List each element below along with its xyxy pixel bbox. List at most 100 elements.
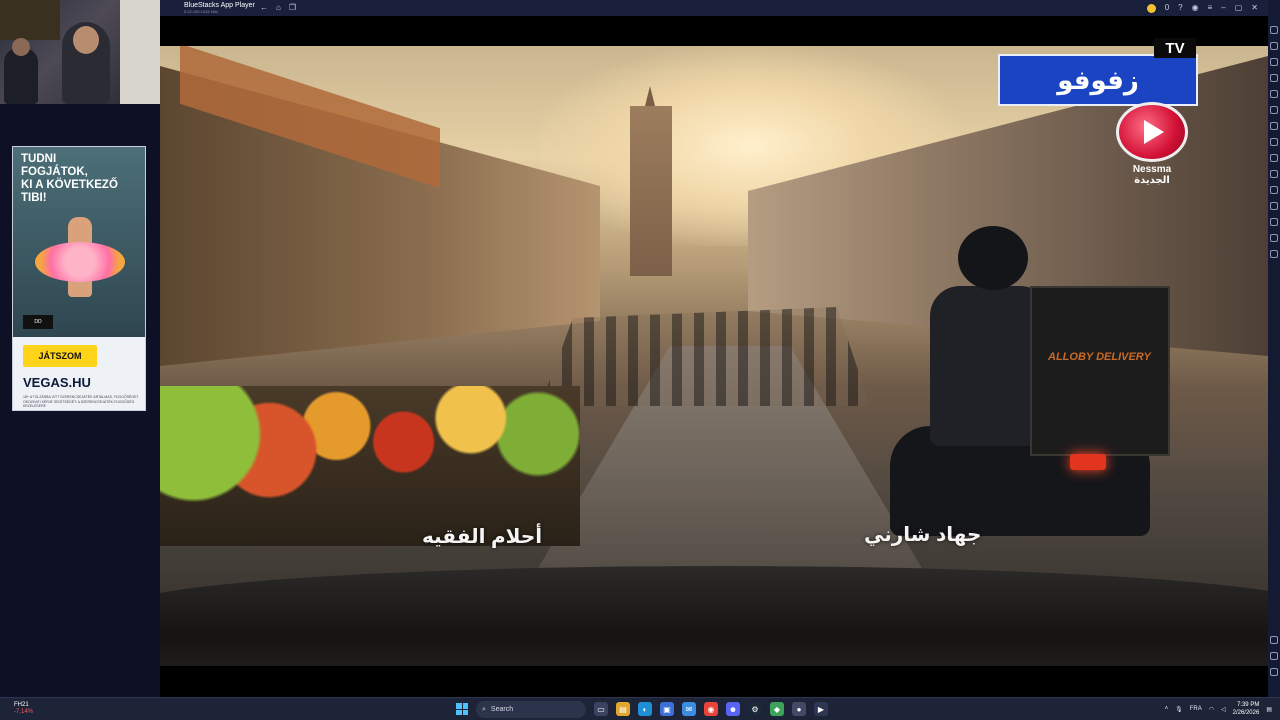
advertisement-banner[interactable]: TUDNI FOGJÁTOK, KI A KÖVETKEZŐ TIBI! DD … — [12, 146, 146, 411]
coin-count: 0 — [1164, 3, 1170, 12]
webcam-head-primary — [73, 26, 99, 54]
bluestacks-sidebar — [1268, 0, 1280, 697]
taskbar-clock[interactable]: 7:39 PM 2/26/2026 — [1233, 701, 1260, 717]
sidebar-shake-icon[interactable] — [1270, 202, 1278, 210]
edge-icon[interactable]: ◐ — [638, 702, 652, 716]
close-icon[interactable]: ✕ — [1251, 3, 1258, 13]
ad-swim-ring — [35, 242, 125, 282]
windows-logo-pane — [462, 709, 468, 715]
account-icon[interactable]: ◉ — [1192, 3, 1199, 13]
credit-caption-right: جهاد شارني — [864, 524, 982, 546]
sidebar-gamepad-icon[interactable] — [1270, 74, 1278, 82]
scooter-taillight — [1070, 454, 1106, 470]
ad-headline-line: FOGJÁTOK, — [21, 166, 88, 178]
rider-helmet — [958, 226, 1028, 290]
sidebar-eco-icon[interactable] — [1270, 234, 1278, 242]
start-button[interactable] — [456, 703, 468, 715]
titlebar-controls: 0 ? ◉ ≡ – ▢ ✕ — [1146, 3, 1258, 13]
webcam-person-secondary — [4, 48, 38, 104]
webcam-background-shelf — [0, 0, 60, 40]
home-icon[interactable]: ⌂ — [276, 3, 281, 13]
app-version: 5.22.150.1028 N64 — [184, 9, 219, 14]
clock-date: 2/26/2026 — [1232, 710, 1260, 716]
sidebar-rotate-icon[interactable] — [1270, 218, 1278, 226]
chevron-up-icon[interactable]: ˄ — [1165, 706, 1169, 712]
bluestacks-titlebar: BlueStacks App Player 5.22.150.1028 N64 … — [160, 0, 1268, 16]
titlebar-nav: ← ⌂ ❐ — [260, 3, 296, 13]
taskbar-apps: ▭ ▤ ◐ ▣ ✉ ◉ ☻ ⚙ ◆ ● ▶ — [594, 702, 828, 716]
sidebar-record-icon[interactable] — [1270, 138, 1278, 146]
ad-fine-print: 18+ A TÚLZÁSBA VITT SZERENCSEJÁTÉK ÁRTAL… — [23, 395, 139, 408]
car-dashboard — [160, 566, 1268, 666]
video-player[interactable]: ALLOBY DELIVERY أحلام الفقيه جهاد شارني … — [160, 16, 1268, 697]
help-icon[interactable]: ? — [1178, 3, 1182, 13]
webcam-head-secondary — [12, 38, 30, 56]
sidebar-location-icon[interactable] — [1270, 186, 1278, 194]
sidebar-back-icon[interactable] — [1270, 652, 1278, 660]
mail-icon[interactable]: ✉ — [682, 702, 696, 716]
store-icon[interactable]: ▣ — [660, 702, 674, 716]
notification-icon[interactable]: ▤ — [1266, 706, 1272, 713]
play-icon — [1144, 120, 1164, 144]
sidebar-keyboard-icon[interactable] — [1270, 58, 1278, 66]
discord-icon[interactable]: ☻ — [726, 702, 740, 716]
app-icon[interactable]: ▶ — [814, 702, 828, 716]
microphone-icon[interactable]: 🎙 — [1175, 706, 1183, 713]
sidebar-settings-icon[interactable] — [1270, 636, 1278, 644]
video-frame: ALLOBY DELIVERY — [160, 46, 1268, 666]
windows-logo-pane — [456, 709, 462, 715]
ad-headline-line: TIBI! — [21, 192, 47, 204]
channel-logo: زفوفو — [998, 54, 1198, 106]
language-indicator[interactable]: FRA — [1190, 706, 1202, 712]
ad-partner-logo: DD — [23, 315, 53, 329]
search-icon: ⌕ — [482, 705, 486, 713]
system-tray: ˄ 🎙 FRA ◠ ◁ 7:39 PM 2/26/2026 ▤ — [1165, 701, 1272, 717]
clock-time: 7:39 PM — [1236, 702, 1260, 708]
broadcaster-name-arabic: الجديدة — [1134, 175, 1170, 186]
windows-taskbar: FH21 -7,14% ⌕ Search ▭ ▤ ◐ ▣ ✉ ◉ ☻ ⚙ ◆ ●… — [0, 697, 1280, 720]
sidebar-home-icon[interactable] — [1270, 668, 1278, 676]
app-title: BlueStacks App Player — [184, 2, 255, 9]
speaker-icon[interactable]: ◁ — [1221, 706, 1226, 713]
minaret-tower — [630, 106, 672, 276]
multi-instance-icon[interactable]: ❐ — [289, 3, 296, 13]
taskbar-widget[interactable]: FH21 -7,14% — [14, 702, 33, 716]
sidebar-fullscreen-icon[interactable] — [1270, 26, 1278, 34]
obs-icon[interactable]: ● — [792, 702, 806, 716]
bluestacks-icon[interactable]: ◆ — [770, 702, 784, 716]
left-panel: TUDNI FOGJÁTOK, KI A KÖVETKEZŐ TIBI! DD … — [0, 0, 184, 697]
sidebar-sync-icon[interactable] — [1270, 106, 1278, 114]
broadcaster-name: Nessma الجديدة — [1122, 164, 1182, 186]
windows-logo-pane — [462, 703, 468, 709]
desktop: TUDNI FOGJÁTOK, KI A KÖVETKEZŐ TIBI! DD … — [0, 0, 1280, 720]
webcam-overlay — [0, 0, 184, 104]
wifi-icon[interactable]: ◠ — [1209, 706, 1214, 713]
task-view-icon[interactable]: ▭ — [594, 702, 608, 716]
windows-logo-pane — [456, 703, 462, 709]
taskbar-search[interactable]: ⌕ Search — [476, 701, 586, 718]
minimize-icon[interactable]: – — [1221, 3, 1225, 13]
broadcaster-name-latin: Nessma — [1132, 164, 1172, 175]
restore-icon[interactable]: ▢ — [1235, 3, 1243, 13]
sidebar-macro-icon[interactable] — [1270, 90, 1278, 98]
credit-caption-left: أحلام الفقيه — [422, 526, 543, 548]
ad-headline-line: KI A KÖVETKEZŐ — [21, 179, 118, 191]
channel-tv-badge: TV — [1154, 38, 1196, 58]
ad-cta-button[interactable]: JÁTSZOM — [23, 345, 97, 367]
sidebar-folder-icon[interactable] — [1270, 170, 1278, 178]
chrome-icon[interactable]: ◉ — [704, 702, 718, 716]
menu-icon[interactable]: ≡ — [1208, 3, 1213, 13]
back-arrow-icon[interactable]: ← — [260, 3, 268, 13]
ad-headline: TUDNI FOGJÁTOK, KI A KÖVETKEZŐ TIBI! — [21, 153, 145, 205]
produce-stall — [160, 386, 580, 546]
sidebar-more-icon[interactable] — [1270, 250, 1278, 258]
ad-brand: VEGAS.HU — [23, 375, 91, 390]
file-explorer-icon[interactable]: ▤ — [616, 702, 630, 716]
steam-icon[interactable]: ⚙ — [748, 702, 762, 716]
sidebar-volume-icon[interactable] — [1270, 42, 1278, 50]
ad-headline-line: TUDNI — [21, 153, 57, 165]
sidebar-apk-icon[interactable] — [1270, 154, 1278, 162]
sidebar-screenshot-icon[interactable] — [1270, 122, 1278, 130]
coin-icon — [1146, 3, 1156, 13]
scooter-rider: ALLOBY DELIVERY — [860, 196, 1180, 536]
